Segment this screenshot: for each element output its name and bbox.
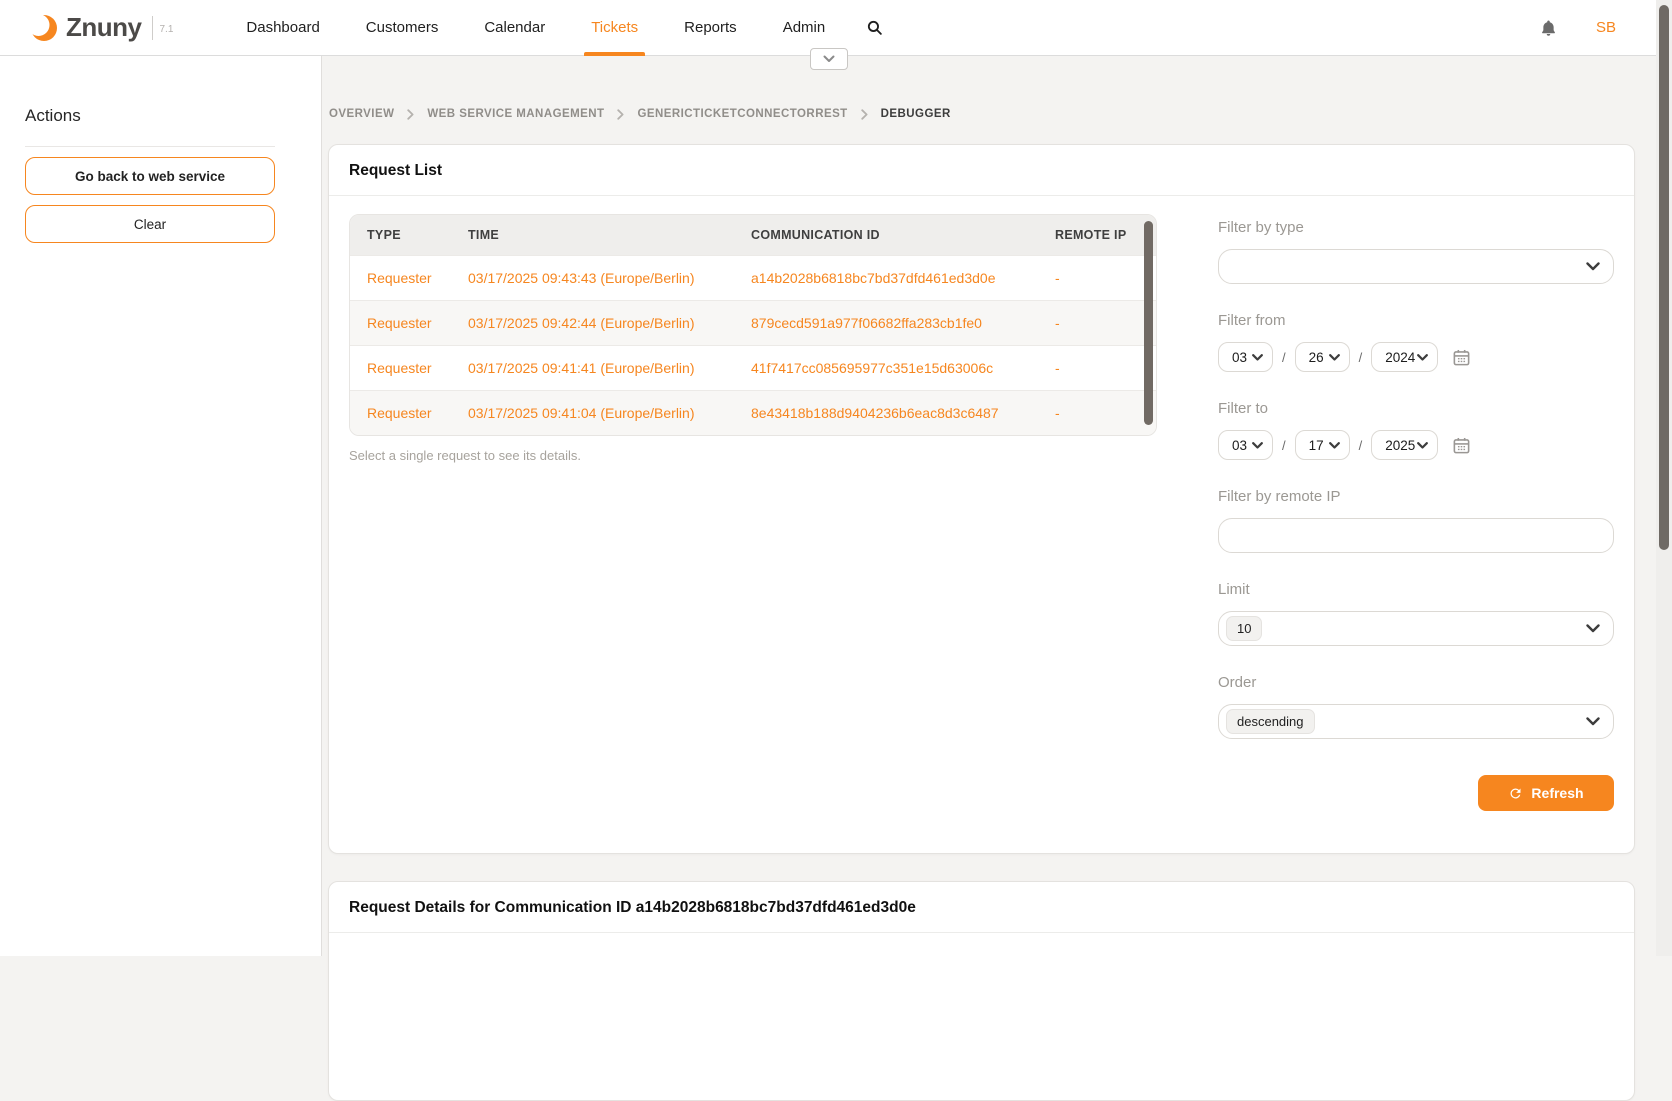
request-list-widget: Request List TYPE TIME COMMUNICATION ID … <box>328 144 1635 854</box>
to-month-select[interactable]: 03 <box>1218 430 1273 460</box>
filter-from-date-row: 03 / 26 / 2024 <box>1218 342 1614 372</box>
go-back-to-web-service-button[interactable]: Go back to web service <box>25 157 275 195</box>
znuny-logo-icon <box>28 13 60 43</box>
chevron-down-icon <box>1417 442 1428 449</box>
limit-select[interactable]: 10 <box>1218 611 1614 646</box>
to-date-picker-button[interactable] <box>1452 436 1471 455</box>
to-day-select[interactable]: 17 <box>1295 430 1350 460</box>
chevron-down-icon <box>1252 354 1263 361</box>
search-icon <box>866 19 883 36</box>
from-date-picker-button[interactable] <box>1452 348 1471 367</box>
table-scrollbar-thumb[interactable] <box>1144 221 1153 425</box>
chevron-down-icon <box>1329 442 1340 449</box>
filters-panel: Filter by type Filter from 03 / 26 <box>1218 214 1614 811</box>
filter-to-label: Filter to <box>1218 400 1614 417</box>
column-header-time: TIME <box>468 228 751 242</box>
chevron-down-icon <box>823 55 835 63</box>
request-table: TYPE TIME COMMUNICATION ID REMOTE IP Req… <box>349 214 1157 436</box>
refresh-label: Refresh <box>1531 785 1583 801</box>
breadcrumb-debugger: DEBUGGER <box>881 108 951 120</box>
table-hint-text: Select a single request to see its detai… <box>349 448 1157 463</box>
breadcrumb: OVERVIEW WEB SERVICE MANAGEMENT GENERICT… <box>328 108 1656 120</box>
chevron-down-icon <box>1329 354 1340 361</box>
refresh-button[interactable]: Refresh <box>1478 775 1614 811</box>
remote-ip-input[interactable] <box>1218 518 1614 553</box>
chevron-right-icon <box>407 109 414 120</box>
nav-item-customers[interactable]: Customers <box>343 0 462 56</box>
column-header-communication-id: COMMUNICATION ID <box>751 228 1055 242</box>
table-row[interactable]: Requester 03/17/2025 09:41:41 (Europe/Be… <box>350 345 1156 390</box>
nav-item-calendar[interactable]: Calendar <box>461 0 568 56</box>
chevron-right-icon <box>617 109 624 120</box>
main-nav: Dashboard Customers Calendar Tickets Rep… <box>223 0 901 56</box>
to-year-select[interactable]: 2025 <box>1371 430 1438 460</box>
limit-label: Limit <box>1218 581 1614 598</box>
table-row[interactable]: Requester 03/17/2025 09:42:44 (Europe/Be… <box>350 300 1156 345</box>
filter-by-type-select[interactable] <box>1218 249 1614 284</box>
main-content: OVERVIEW WEB SERVICE MANAGEMENT GENERICT… <box>322 56 1656 956</box>
breadcrumb-web-service-management[interactable]: WEB SERVICE MANAGEMENT <box>427 108 604 120</box>
column-header-type: TYPE <box>350 228 468 242</box>
version-label: 7.1 <box>160 24 174 35</box>
window-scrollbar-track[interactable] <box>1656 0 1672 956</box>
search-button[interactable] <box>848 0 901 56</box>
request-details-title: Request Details for Communication ID a14… <box>329 882 1634 933</box>
chevron-right-icon <box>861 109 868 120</box>
notifications-bell-icon[interactable] <box>1539 18 1558 38</box>
table-row[interactable]: Requester 03/17/2025 09:41:04 (Europe/Be… <box>350 390 1156 435</box>
user-avatar-initials[interactable]: SB <box>1596 19 1616 36</box>
header-right-area: SB <box>1539 18 1642 38</box>
refresh-icon <box>1508 786 1523 801</box>
logo-divider <box>152 16 153 40</box>
clear-button[interactable]: Clear <box>25 205 275 243</box>
breadcrumb-connector[interactable]: GENERICTICKETCONNECTORREST <box>637 108 847 120</box>
from-day-select[interactable]: 26 <box>1295 342 1350 372</box>
table-header-row: TYPE TIME COMMUNICATION ID REMOTE IP <box>350 215 1156 255</box>
filter-from-label: Filter from <box>1218 312 1614 329</box>
request-list-area: TYPE TIME COMMUNICATION ID REMOTE IP Req… <box>349 214 1157 811</box>
chevron-down-icon <box>1252 442 1263 449</box>
chevron-down-icon <box>1586 717 1600 726</box>
order-selected-value: descending <box>1226 709 1315 734</box>
filter-by-remote-ip-label: Filter by remote IP <box>1218 488 1614 505</box>
brand-name: Znuny <box>66 12 142 43</box>
request-details-widget: Request Details for Communication ID a14… <box>328 881 1635 1101</box>
from-month-select[interactable]: 03 <box>1218 342 1273 372</box>
nav-item-tickets[interactable]: Tickets <box>568 0 661 56</box>
calendar-icon <box>1452 436 1471 455</box>
nav-item-reports[interactable]: Reports <box>661 0 760 56</box>
breadcrumb-overview[interactable]: OVERVIEW <box>329 108 394 120</box>
chevron-down-icon <box>1417 354 1428 361</box>
chevron-down-icon <box>1586 262 1600 271</box>
limit-selected-value: 10 <box>1226 616 1262 641</box>
toolbar-toggle-button[interactable] <box>810 48 848 70</box>
column-header-remote-ip: REMOTE IP <box>1055 228 1156 242</box>
filter-by-type-label: Filter by type <box>1218 219 1614 236</box>
filter-to-date-row: 03 / 17 / 2025 <box>1218 430 1614 460</box>
window-scrollbar-thumb[interactable] <box>1659 5 1669 550</box>
chevron-down-icon <box>1586 624 1600 633</box>
order-select[interactable]: descending <box>1218 704 1614 739</box>
sidebar-title: Actions <box>25 106 275 147</box>
widget-title: Request List <box>329 145 1634 196</box>
order-label: Order <box>1218 674 1614 691</box>
from-year-select[interactable]: 2024 <box>1371 342 1438 372</box>
znuny-logo: Znuny 7.1 <box>28 12 173 43</box>
actions-sidebar: Actions Go back to web service Clear <box>0 56 322 956</box>
table-row[interactable]: Requester 03/17/2025 09:43:43 (Europe/Be… <box>350 255 1156 300</box>
nav-item-dashboard[interactable]: Dashboard <box>223 0 342 56</box>
calendar-icon <box>1452 348 1471 367</box>
